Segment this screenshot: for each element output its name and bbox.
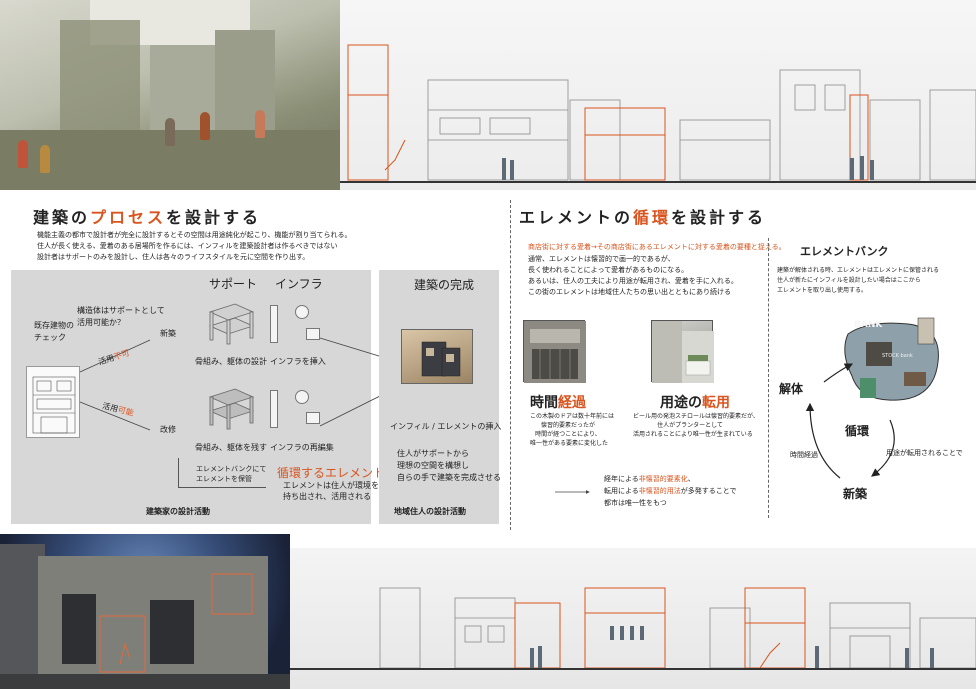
- element-bank-title: エレメントバンク: [800, 245, 889, 258]
- complete-panel: [379, 270, 499, 524]
- cycle-time-label: 時間経過: [790, 451, 818, 459]
- check-label-2: チェック: [34, 333, 66, 342]
- bank-divider: [768, 238, 769, 518]
- planter-photo: [651, 320, 714, 383]
- infra-sink-icon-2: [306, 412, 320, 424]
- infra-reedit-label: インフラの再編集: [270, 443, 334, 452]
- infill-insert-label: インフィル / エレメントの挿入: [390, 422, 502, 431]
- summary-arrow: [555, 490, 590, 494]
- street-elevation-top: [340, 0, 976, 190]
- infra-label: インフラ: [275, 277, 323, 291]
- support-label: サポート: [209, 277, 258, 291]
- frame-keep-icon: [208, 388, 255, 430]
- use-conversion-desc: ビール用の発泡スチロールは懐習的要素だが、 住人がプランターとして 活用されるこ…: [633, 413, 759, 438]
- existing-building-sketch: [26, 366, 80, 438]
- cycle-dismantle-label: 解体: [779, 382, 804, 396]
- bank-connector-line: [178, 458, 179, 488]
- cycle-use-label: 用途が転用されることで: [886, 449, 963, 457]
- infra-sink-icon: [306, 328, 320, 340]
- renovate-label: 改修: [160, 425, 176, 434]
- resident-line-1: 住人がサポートから: [397, 449, 469, 458]
- cycle-intro-3: あるいは、住人の工夫により用途が転用され、愛着を手に入れる。: [528, 277, 738, 285]
- street-render-image: [0, 0, 340, 190]
- process-heading: 建築のプロセスを設計する: [33, 208, 262, 227]
- structure-question-1: 構造体はサポートとして: [77, 306, 165, 315]
- wooden-door-photo: [523, 320, 586, 383]
- process-intro: 機能主義の都市で設計者が完全に設計するとその空間は用途純化が起こり、機能が割り当…: [37, 231, 352, 261]
- infra-toilet-icon: [295, 305, 309, 319]
- summary-line-3: 都市は唯一性をもつ: [604, 499, 667, 507]
- use-conversion-title: 用途の転用: [660, 395, 730, 411]
- infra-pipe-icon-2: [270, 390, 278, 428]
- frame-keep-label: 骨組み、躯体を残す: [195, 443, 267, 452]
- cycle-intro-2: 長く使われることによって愛着があるものになる。: [528, 266, 689, 274]
- resident-activity-label: 地域住人の設計活動: [394, 507, 466, 516]
- resident-line-2: 理想の空間を構想し: [397, 461, 469, 470]
- time-passing-desc: この木製のドアは数十年前には 懐習的要素だったが 時間が経つことにより、 唯一性…: [530, 413, 615, 447]
- cycle-intro-4: この街のエレメントは地域住人たちの思い出とともにあり続ける: [528, 288, 731, 296]
- cycle-new-label: 新築: [843, 487, 868, 501]
- bank-connector-horizontal: [178, 487, 266, 488]
- check-label-1: 既存建物の: [34, 321, 74, 330]
- frame-design-label: 骨組み、躯体の設計: [195, 357, 267, 366]
- street-elevation-bottom: [290, 548, 976, 689]
- bank-note-1: エレメントバンクにて: [196, 465, 267, 473]
- infra-toilet-icon-2: [295, 390, 309, 404]
- branch-arrows: [79, 339, 151, 431]
- cycle-intro-1: 通常、エレメントは懐習的で画一的であるが、: [528, 255, 675, 263]
- time-passing-title: 時間経過: [530, 395, 586, 411]
- infra-pipe-icon: [270, 305, 278, 343]
- designer-activity-label: 建築家の設計活動: [146, 507, 210, 516]
- cycle-circulate-label: 循環: [845, 424, 870, 438]
- element-bank-desc: 建築が解体される時、エレメントはエレメントに保管される 住人が新たにインフィルを…: [777, 267, 940, 294]
- frame-new-icon: [208, 303, 255, 345]
- cycle-heading: エレメントの循環を設計する: [519, 208, 767, 227]
- cycle-diagram: [805, 363, 895, 479]
- cycle-element-title: 循環するエレメント: [277, 466, 386, 480]
- model-photo: [401, 329, 473, 384]
- house-render-image: [0, 534, 290, 689]
- new-build-label: 新築: [160, 329, 176, 338]
- summary-line-2: 転用による非懐習的用法が多発することで: [604, 487, 737, 495]
- structure-question-2: 活用可能か？: [77, 318, 125, 327]
- infra-insert-label: インフラを挿入: [270, 357, 326, 366]
- summary-line-1: 経年による非懐習的要素化、: [604, 475, 695, 483]
- section-divider: [510, 200, 511, 530]
- stock-sign: STOCK bank: [882, 353, 913, 359]
- bank-sign: BANK: [854, 320, 883, 330]
- resident-line-3: 自らの手で建築を完成させる: [397, 473, 501, 482]
- cycle-element-desc-2: 持ち出され、活用される: [283, 492, 372, 501]
- bank-note-2: エレメントを保管: [196, 475, 252, 483]
- complete-title: 建築の完成: [414, 278, 475, 292]
- cycle-intro-accent: 商店街に対する愛着→その商店街にあるエレメントに対する愛着の要種と捉える。: [528, 243, 786, 251]
